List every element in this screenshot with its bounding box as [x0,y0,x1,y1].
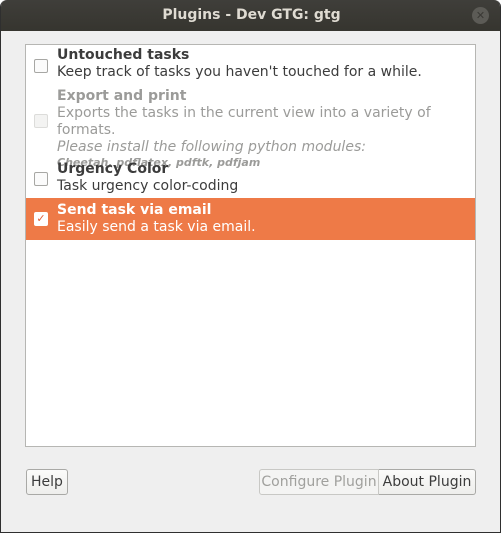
plugin-description: Exports the tasks in the current view in… [57,105,431,138]
plugin-name: Urgency Color [57,161,169,177]
plugin-checkbox-untouched-tasks[interactable] [34,59,48,73]
plugin-row-untouched-tasks[interactable]: Untouched tasks Keep track of tasks you … [26,47,475,85]
close-button[interactable]: ✕ [472,7,489,24]
plugin-row-urgency-color[interactable]: Urgency Color Task urgency color-coding [26,161,475,197]
plugins-dialog: Plugins - Dev GTG: gtg ✕ Untouched tasks… [0,0,501,533]
close-icon: ✕ [475,9,486,22]
plugin-row-send-task-via-email[interactable]: ✓ Send task via email Easily send a task… [26,198,475,240]
plugin-checkbox-export-and-print [34,114,48,128]
configure-plugin-button: Configure Plugin [259,469,379,495]
checkmark-icon: ✓ [36,212,46,225]
plugin-description: Easily send a task via email. [57,219,256,235]
window-title: Plugins - Dev GTG: gtg [162,7,341,23]
plugin-list: Untouched tasks Keep track of tasks you … [25,44,476,447]
plugin-row-export-and-print[interactable]: Export and print Exports the tasks in th… [26,88,475,169]
plugin-description: Task urgency color-coding [57,178,239,194]
plugin-checkbox-urgency-color[interactable] [34,172,48,186]
about-plugin-button[interactable]: About Plugin [379,469,476,495]
help-button[interactable]: Help [26,469,68,495]
plugin-name: Untouched tasks [57,47,190,63]
plugin-checkbox-send-task-via-email[interactable]: ✓ [34,212,48,226]
plugin-name: Send task via email [57,202,212,218]
plugin-missing-modules-note: Please install the following python modu… [57,139,366,155]
titlebar[interactable]: Plugins - Dev GTG: gtg ✕ [1,0,500,31]
plugin-name: Export and print [57,88,187,104]
plugin-description: Keep track of tasks you haven't touched … [57,64,422,80]
